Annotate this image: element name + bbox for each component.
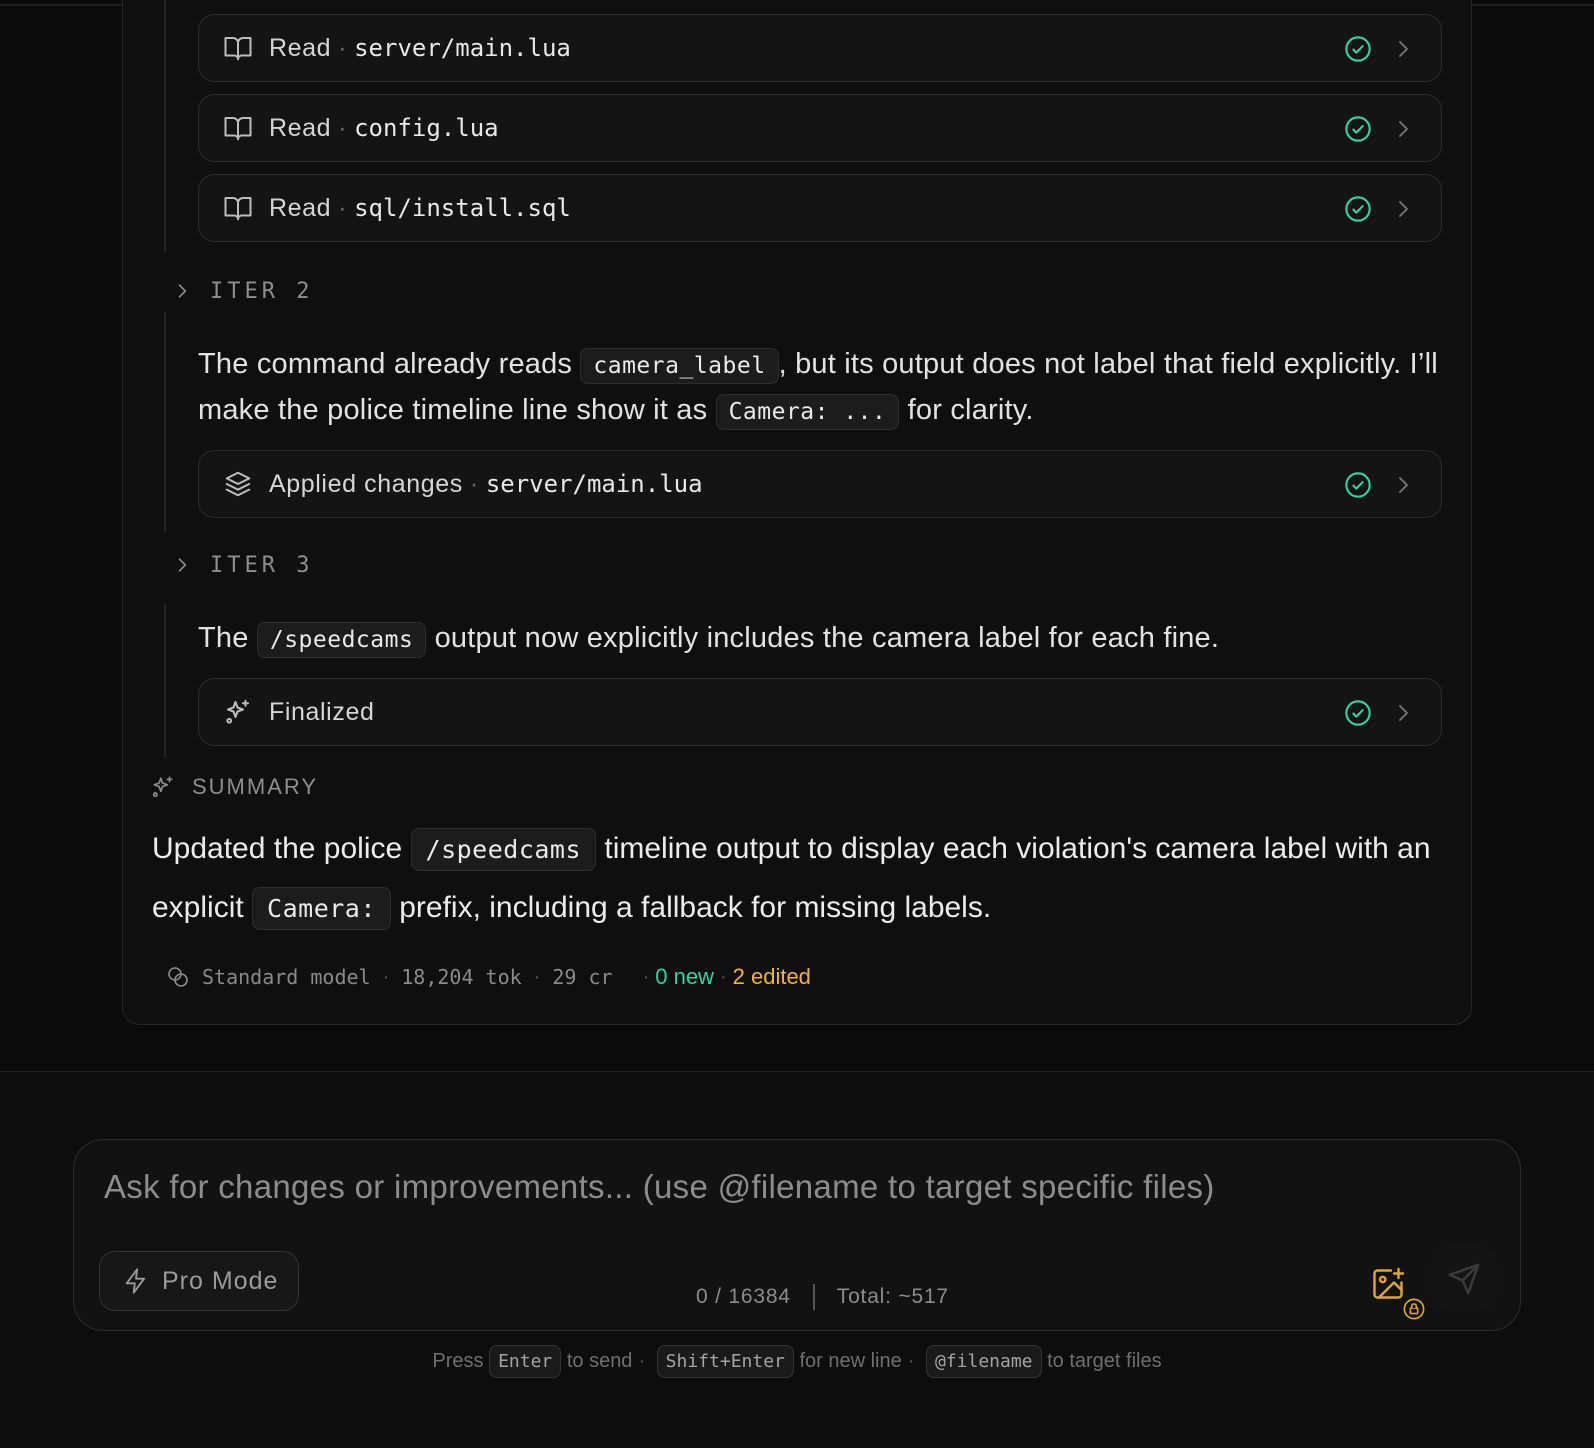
token-count: 18,204 tok <box>401 965 522 989</box>
composer: Pro Mode 0 / 16384 Total: ~517 <box>73 1139 1521 1331</box>
image-upload-icon[interactable] <box>1370 1266 1406 1302</box>
new-files-count: 0 new <box>655 964 714 989</box>
tool-call-row[interactable]: Finalized <box>198 678 1442 746</box>
transcript-panel: Read · server/main.lua Read · config.lua Rea… <box>0 0 1594 1072</box>
prompt-input[interactable] <box>104 1168 1484 1228</box>
send-button[interactable] <box>1431 1246 1497 1312</box>
inline-code: camera_label <box>580 348 779 384</box>
lightning-icon <box>125 1268 146 1294</box>
char-count: 0 / 16384 <box>696 1285 791 1308</box>
tool-call-row[interactable]: Read · config.lua <box>198 94 1442 162</box>
chevron-right-icon[interactable] <box>1391 473 1415 497</box>
inline-code: /speedcams <box>256 622 427 658</box>
chevron-right-icon[interactable] <box>1391 37 1415 61</box>
iteration-label: ITER 2 <box>210 278 314 304</box>
iteration-toggle[interactable]: ITER 2 <box>172 276 313 306</box>
summary-heading-label: SUMMARY <box>192 774 319 799</box>
tool-call-label: Read · server/main.lua <box>269 34 571 62</box>
model-icon <box>168 967 188 987</box>
token-counter: 0 / 16384 Total: ~517 <box>696 1284 949 1310</box>
assistant-message: The command already reads camera_label, … <box>198 342 1438 434</box>
tool-call-label: Read · config.lua <box>269 114 499 142</box>
tool-call-label: Applied changes · server/main.lua <box>269 470 703 498</box>
shift-enter-key: Shift+Enter <box>656 1345 794 1378</box>
lock-icon <box>1403 1298 1425 1320</box>
tool-call-label: Finalized <box>269 698 375 726</box>
total-count: Total: ~517 <box>836 1285 949 1308</box>
book-open-icon <box>224 197 252 221</box>
keyboard-hint: Press Enter to send · Shift+Enter for new… <box>0 1345 1594 1378</box>
pro-mode-button[interactable]: Pro Mode <box>99 1251 299 1311</box>
book-open-icon <box>224 117 252 141</box>
sparkles-icon <box>226 699 249 724</box>
send-icon <box>1448 1263 1480 1295</box>
check-circle-icon <box>1345 116 1371 142</box>
layers-icon <box>225 471 251 497</box>
iteration-toggle[interactable]: ITER 3 <box>172 550 313 580</box>
assistant-message: The /speedcams output now explicitly inc… <box>198 616 1438 662</box>
check-circle-icon <box>1345 700 1371 726</box>
enter-key: Enter <box>489 1345 562 1378</box>
iter-rail <box>164 0 166 252</box>
response-meta: Standard model · 18,204 tok · 29 cr · 0 … <box>166 962 811 992</box>
chevron-right-icon[interactable] <box>1391 701 1415 725</box>
inline-code: /speedcams <box>410 828 597 871</box>
chevron-right-icon[interactable] <box>1391 197 1415 221</box>
edited-files-count: 2 edited <box>732 964 811 989</box>
pro-mode-label: Pro Mode <box>162 1266 279 1295</box>
iteration-label: ITER 3 <box>210 552 314 578</box>
chevron-right-icon <box>178 558 187 572</box>
tool-call-row[interactable]: Applied changes · server/main.lua <box>198 450 1442 518</box>
credit-count: 29 cr <box>552 965 613 989</box>
chevron-right-icon <box>178 284 187 298</box>
iter-rail <box>164 604 166 758</box>
tool-call-row[interactable]: Read · sql/install.sql <box>198 174 1442 242</box>
chevron-right-icon[interactable] <box>1391 117 1415 141</box>
check-circle-icon <box>1345 196 1371 222</box>
summary-text: Updated the police /speedcams timeline o… <box>152 820 1452 938</box>
model-name: Standard model <box>202 965 371 989</box>
sparkles-icon <box>152 776 173 798</box>
check-circle-icon <box>1345 36 1371 62</box>
summary-heading: SUMMARY <box>150 772 318 802</box>
check-circle-icon <box>1345 472 1371 498</box>
inline-code: Camera: <box>252 887 391 930</box>
book-open-icon <box>224 37 252 61</box>
tool-call-label: Read · sql/install.sql <box>269 194 571 222</box>
iter-rail <box>164 312 166 532</box>
counter-divider <box>812 1284 815 1310</box>
inline-code: Camera: ... <box>715 394 900 430</box>
filename-key: @filename <box>925 1345 1042 1378</box>
tool-call-row[interactable]: Read · server/main.lua <box>198 14 1442 82</box>
